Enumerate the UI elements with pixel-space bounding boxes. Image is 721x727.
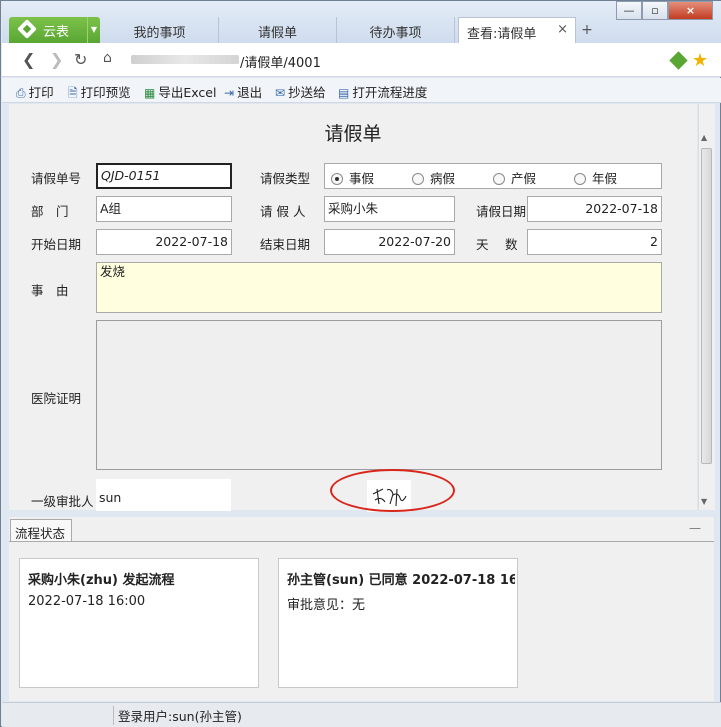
exit-button[interactable]: ⇥ 退出 [224, 82, 262, 101]
excel-icon: ▦ [144, 86, 156, 100]
radio-label: 年假 [592, 171, 618, 186]
print-button[interactable]: ⎙ 打印 [16, 82, 54, 101]
radio-personal-leave[interactable]: 事假 [331, 168, 374, 187]
radio-label: 事假 [349, 171, 375, 186]
applicant-field[interactable]: 采购小朱 [324, 196, 455, 222]
app-logo-icon [17, 19, 37, 39]
redacted-host [131, 55, 239, 64]
tab-view-leave-form[interactable]: 查看:请假单 × [458, 17, 576, 43]
days-label: 天 数 [476, 237, 518, 252]
cc-label: 抄送给 [288, 85, 326, 100]
refresh-icon[interactable]: ↻ [74, 50, 87, 69]
days-field[interactable]: 2 [527, 229, 662, 255]
close-button[interactable]: × [668, 1, 713, 20]
navigation-bar: ❮ ❯ ↻ ⌂ /请假单/4001 ★ [2, 43, 721, 77]
radio-icon [574, 173, 586, 185]
app-name: 云表 [43, 25, 70, 40]
restore-button[interactable]: ▫ [642, 1, 668, 20]
radio-icon [412, 173, 424, 185]
chevron-down-icon[interactable]: ▼ [87, 17, 100, 43]
radio-annual-leave[interactable]: 年假 [574, 168, 617, 187]
title-bar: 云表 ▼ 我的事项 请假单 待办事项 查看:请假单 × + — ▫ × [2, 1, 721, 43]
flow-step-card: 孙主管(sun) 已同意 2022-07-18 16:00 审批意见：无 [278, 558, 518, 688]
approver-label: 一级审批人 [31, 494, 94, 509]
leave-no-label: 请假单号 [31, 171, 82, 186]
hospital-cert-image[interactable] [96, 320, 662, 470]
radio-selected-icon [331, 173, 343, 185]
tab-todo[interactable]: 待办事项 [337, 17, 455, 43]
address-path[interactable]: /请假单/4001 [240, 52, 321, 71]
tab-my-items[interactable]: 我的事项 [101, 17, 219, 43]
print-preview-button[interactable]: 🗎 打印预览 [68, 82, 131, 105]
flow-step-card: 采购小朱(zhu) 发起流程 2022-07-18 16:00 [19, 558, 259, 688]
radio-maternity-leave[interactable]: 产假 [493, 168, 536, 187]
new-tab-button[interactable]: + [579, 23, 595, 39]
hospital-cert-label: 医院证明 [31, 391, 82, 406]
apply-date-field[interactable]: 2022-07-18 [527, 196, 662, 222]
flow-grid-icon: ▤ [338, 86, 350, 100]
exit-label: 退出 [237, 85, 263, 100]
minimize-button[interactable]: — [616, 1, 642, 20]
cc-button[interactable]: ✉ 抄送给 [275, 82, 326, 101]
app-window: 云表 ▼ 我的事项 请假单 待办事项 查看:请假单 × + — ▫ × ❮ ❯ … [0, 0, 721, 727]
start-date-label: 开始日期 [31, 237, 82, 252]
toolbar: ⎙ 打印 🗎 打印预览 ▦ 导出Excel ⇥ 退出 ✉ 抄送给 ▤ 打开流程进度 [2, 78, 721, 103]
export-excel-button[interactable]: ▦ 导出Excel [144, 82, 216, 101]
form-title: 请假单 [324, 123, 382, 145]
forward-icon[interactable]: ❯ [50, 50, 63, 69]
print-preview-label: 打印预览 [80, 85, 131, 100]
status-bar: 登录用户:sun(孙主管) [2, 702, 721, 727]
cc-icon: ✉ [275, 86, 286, 100]
close-tab-icon[interactable]: × [557, 22, 568, 37]
preview-icon: 🗎 [68, 86, 78, 100]
approver-field[interactable]: sun [96, 479, 231, 511]
export-excel-label: 导出Excel [158, 85, 217, 100]
end-date-field[interactable]: 2022-07-20 [324, 229, 455, 255]
open-flow-button[interactable]: ▤ 打开流程进度 [338, 82, 427, 101]
applicant-label: 请 假 人 [260, 204, 306, 219]
radio-label: 产假 [511, 171, 537, 186]
panel-divider [9, 541, 714, 542]
apply-date-label: 请假日期 [476, 204, 527, 219]
print-label: 打印 [28, 85, 54, 100]
scrollbar-thumb[interactable] [701, 148, 712, 464]
scroll-down-icon[interactable]: ▼ [701, 497, 707, 506]
tab-flow-status[interactable]: 流程状态 [10, 519, 72, 541]
end-date-label: 结束日期 [260, 237, 311, 252]
leave-no-field[interactable]: QJD-0151 [96, 163, 232, 189]
radio-icon [493, 173, 505, 185]
exit-icon: ⇥ [224, 86, 235, 100]
login-user: 登录用户:sun(孙主管) [113, 706, 242, 725]
flow-step-header: 孙主管(sun) 已同意 2022-07-18 16:00 [287, 573, 515, 588]
flow-step-text: 2022-07-18 16:00 [28, 594, 146, 609]
radio-sick-leave[interactable]: 病假 [412, 168, 455, 187]
flow-step-header: 采购小朱(zhu) 发起流程 [28, 573, 175, 588]
printer-icon: ⎙ [16, 86, 26, 100]
radio-label: 病假 [430, 171, 456, 186]
leave-type-label: 请假类型 [260, 171, 311, 186]
signature-highlight-oval [330, 469, 455, 512]
reason-label: 事 由 [31, 283, 69, 298]
start-date-field[interactable]: 2022-07-18 [96, 229, 232, 255]
department-field[interactable]: A组 [96, 196, 232, 222]
panel-minimize-icon[interactable]: — [689, 521, 701, 535]
department-label: 部 门 [31, 204, 69, 219]
tab-label: 查看:请假单 [467, 27, 537, 42]
tab-leave-form[interactable]: 请假单 [219, 17, 337, 43]
back-icon[interactable]: ❮ [22, 50, 35, 69]
app-diamond-icon[interactable] [669, 51, 688, 70]
favorite-star-icon[interactable]: ★ [692, 50, 708, 71]
reason-field[interactable]: 发烧 [96, 262, 662, 313]
open-flow-label: 打开流程进度 [352, 85, 428, 100]
flow-step-text: 审批意见：无 [287, 598, 366, 613]
home-icon[interactable]: ⌂ [103, 50, 112, 66]
app-menu-button[interactable]: 云表 ▼ [9, 17, 100, 43]
